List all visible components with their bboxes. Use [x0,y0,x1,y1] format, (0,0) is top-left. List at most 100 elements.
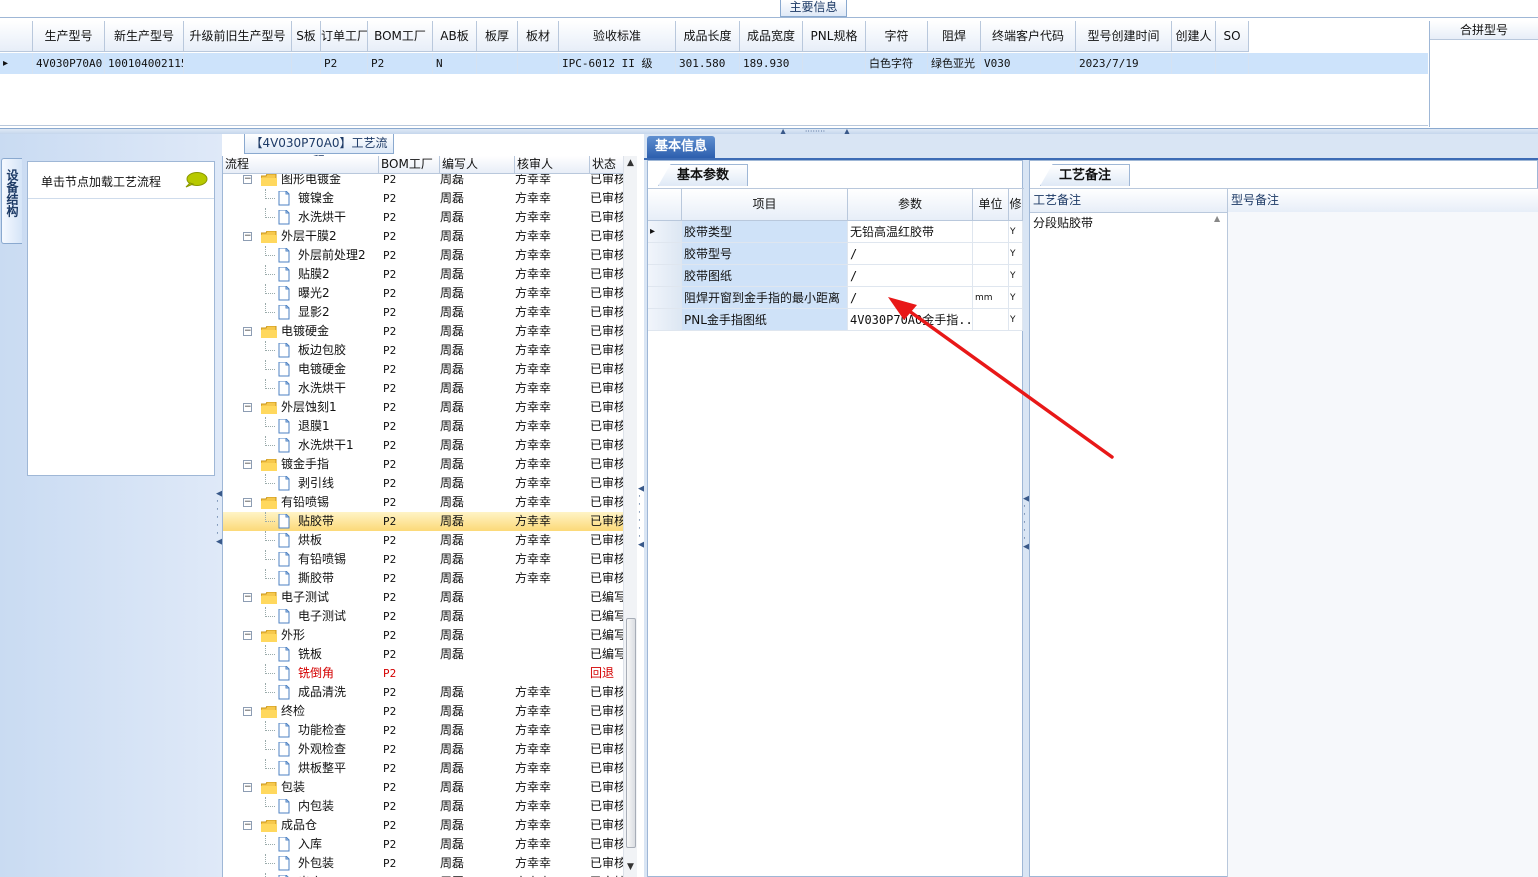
grid-cell[interactable]: P2 [321,53,368,74]
params-row[interactable]: ▸ 胶带类型 无铅高温红胶带 Y [648,221,1024,243]
collapse-icon[interactable]: − [243,403,252,412]
param-flag[interactable]: Y [1009,221,1023,243]
param-flag[interactable]: Y [1009,243,1023,265]
params-row[interactable]: 阻焊开窗到金手指的最小距离 / mm Y [648,287,1024,309]
tree-row[interactable]: 烘板 P2 周磊 方幸幸 已审核 [223,531,623,550]
tree-row[interactable]: − 成品仓 P2 周磊 方幸幸 已审核 [223,816,623,835]
grid-cell[interactable]: P2 [368,53,433,74]
tree-node[interactable]: 外包装 [223,854,379,873]
grid-cell[interactable] [1216,53,1249,74]
tree-node[interactable]: 铣板 [223,645,379,664]
merge-model-header[interactable]: 合拼型号 [1430,21,1538,40]
tree-node[interactable]: − 外形 [223,626,379,645]
tree-node[interactable]: 水洗烘干1 [223,436,379,455]
scroll-down-icon[interactable]: ▼ [627,862,634,872]
left-resize-handle[interactable]: ◀ · · · · · ◀ [216,490,223,560]
collapse-icon[interactable]: − [243,460,252,469]
params-column-header[interactable]: 修 [1009,189,1023,221]
column-header[interactable]: 新生产型号 [105,21,184,52]
tree-row[interactable]: 贴膜2 P2 周磊 方幸幸 已审核 [223,265,623,284]
tree-row[interactable]: 成品清洗 P2 周磊 方幸幸 已审核 [223,683,623,702]
param-unit[interactable] [973,309,1009,331]
collapse-icon[interactable]: − [243,175,252,184]
params-column-header[interactable]: 项目 [682,189,848,221]
grid-cell[interactable]: 4V030P70A0 [33,53,105,74]
tree-node[interactable]: 内包装 [223,797,379,816]
grid-cell[interactable] [518,53,559,74]
column-header[interactable]: 订单工厂 [321,21,368,52]
column-header[interactable]: BOM工厂 [368,21,433,52]
process-note-cell[interactable]: 分段贴胶带 ▲ [1030,212,1228,877]
column-header[interactable]: SO [1216,21,1249,52]
tree-row[interactable]: 贴胶带 P2 周磊 方幸幸 已审核 [223,512,623,531]
tree-node[interactable]: − 镀金手指 [223,455,379,474]
param-flag[interactable]: Y [1009,265,1023,287]
collapse-icon[interactable]: − [243,821,252,830]
param-flag[interactable]: Y [1009,309,1023,331]
tree-row[interactable]: − 图形电镀金 P2 周磊 方幸幸 已审核 [223,174,623,189]
column-header[interactable]: 创建人 [1172,21,1216,52]
tree-row[interactable]: 外观检查 P2 周磊 方幸幸 已审核 [223,740,623,759]
tree-row[interactable]: 镀镍金 P2 周磊 方幸幸 已审核 [223,189,623,208]
column-header[interactable]: 终端客户代码 [981,21,1076,52]
equipment-panel-header[interactable]: 单击节点加载工艺流程 [28,162,214,199]
tree-row[interactable]: 入库 P2 周磊 方幸幸 已审核 [223,835,623,854]
main-grid-row[interactable]: ▸4V030P70A010010400211516P2P2NIPC-6012 I… [0,53,1428,74]
tree-node[interactable]: 外观检查 [223,740,379,759]
grid-cell[interactable]: 301.580 [676,53,740,74]
tree-node[interactable]: 烘板 [223,531,379,550]
tree-row[interactable]: 电子测试 P2 周磊 已编写 [223,607,623,626]
column-header[interactable]: 板材 [518,21,559,52]
tree-node[interactable]: 板边包胶 [223,341,379,360]
notes-col-process[interactable]: 工艺备注 [1030,189,1228,213]
tree-row[interactable]: 有铅喷锡 P2 周磊 方幸幸 已审核 [223,550,623,569]
column-header[interactable]: 阻焊 [928,21,981,52]
params-row[interactable]: 胶带型号 / Y [648,243,1024,265]
tree-node[interactable]: 电镀硬金 [223,360,379,379]
tree-node[interactable]: − 有铅喷锡 [223,493,379,512]
tree-row[interactable]: 出库 P2周磊 方幸幸 已审核 [223,873,623,877]
tree-node[interactable]: 显影2 [223,303,379,322]
grid-cell[interactable] [1172,53,1216,74]
tree-row[interactable]: 曝光2 P2 周磊 方幸幸 已审核 [223,284,623,303]
grid-cell[interactable]: 绿色亚光 [928,53,981,74]
params-row[interactable]: PNL金手指图纸 4V030P70A0金手指... Y [648,309,1024,331]
tree-node[interactable]: − 包装 [223,778,379,797]
tree-node[interactable]: − 外层蚀刻1 [223,398,379,417]
column-header[interactable]: 字符 [866,21,928,52]
tree-node[interactable]: 功能检查 [223,721,379,740]
column-header[interactable]: 成品宽度 [740,21,803,52]
grid-cell[interactable] [803,53,866,74]
right-resize-handle[interactable]: ◀ · · · · · ◀ [1023,495,1030,565]
scroll-up-icon[interactable]: ▲ [1214,214,1220,223]
tree-row[interactable]: 功能检查 P2 周磊 方幸幸 已审核 [223,721,623,740]
tree-node[interactable]: 烘板整平 [223,759,379,778]
collapse-icon[interactable]: − [243,783,252,792]
param-value[interactable]: / [848,287,973,309]
column-header[interactable]: S板 [292,21,321,52]
param-value[interactable]: / [848,265,973,287]
tree-row[interactable]: − 电镀硬金 P2 周磊 方幸幸 已审核 [223,322,623,341]
tree-row[interactable]: − 包装 P2 周磊 方幸幸 已审核 [223,778,623,797]
tab-process-notes[interactable]: 工艺备注 [1040,164,1130,186]
grid-cell[interactable]: 2023/7/19 [1076,53,1172,74]
tree-node[interactable]: 成品清洗 [223,683,379,702]
tree-node[interactable]: 水洗烘干 [223,208,379,227]
param-unit[interactable] [973,243,1009,265]
collapse-icon[interactable]: − [243,707,252,716]
collapse-icon[interactable]: − [243,593,252,602]
collapse-icon[interactable]: − [243,327,252,336]
param-flag[interactable]: Y [1009,287,1023,309]
scrollbar-thumb[interactable] [626,618,636,848]
params-column-header[interactable]: 单位 [973,189,1009,221]
scroll-up-icon[interactable]: ▲ [627,158,634,168]
param-unit[interactable] [973,221,1009,243]
tree-row[interactable]: 撕胶带 P2 周磊 方幸幸 已审核 [223,569,623,588]
tree-row[interactable]: 铣板 P2 周磊 已编写 [223,645,623,664]
tree-row[interactable]: − 镀金手指 P2 周磊 方幸幸 已审核 [223,455,623,474]
tree-row[interactable]: − 终检 P2 周磊 方幸幸 已审核 [223,702,623,721]
side-tab-equipment[interactable]: 设备结构 [1,158,22,244]
tree-node[interactable]: 剥引线 [223,474,379,493]
tree-row[interactable]: 水洗烘干 P2 周磊 方幸幸 已审核 [223,379,623,398]
grid-cell[interactable] [477,53,518,74]
